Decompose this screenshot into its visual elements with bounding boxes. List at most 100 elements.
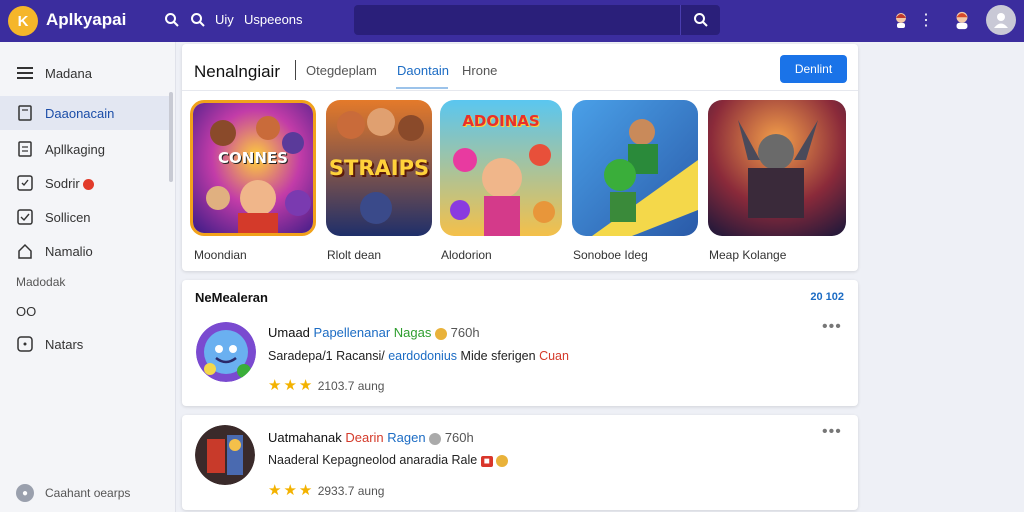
sidebar-item-label: Namalio: [45, 243, 93, 259]
more-vertical-icon[interactable]: ⋮: [916, 10, 936, 30]
post-text: Saradepa/1 Racansi/: [268, 349, 385, 363]
sidebar-section-label: Madodak: [16, 275, 66, 289]
sidebar-item-text: Sodrir: [45, 175, 80, 191]
sidebar-item-sodrir[interactable]: Sodrir: [0, 166, 170, 200]
app-title: Aplkyapai: [46, 10, 127, 29]
game-label[interactable]: Meap Kolange: [709, 248, 786, 262]
search-input[interactable]: [354, 5, 680, 35]
game-label[interactable]: Alodorion: [441, 248, 492, 262]
panel-divider: [182, 90, 858, 91]
sidebar-item-sollicen[interactable]: Sollicen: [0, 200, 170, 234]
badge-icon: ■: [480, 456, 493, 467]
game-card-5[interactable]: [708, 100, 846, 236]
post-author[interactable]: Umaad: [268, 325, 310, 340]
sidebar-scrollbar[interactable]: [169, 92, 173, 182]
home-icon: [17, 243, 33, 259]
user-icon: [994, 13, 1008, 28]
post-text: Naaderal: [268, 453, 319, 467]
search-icon[interactable]: [162, 10, 182, 30]
tab-hrone[interactable]: Hrone: [462, 63, 497, 78]
post-rating: ★ ★ ★ 2933.7 aung: [268, 481, 384, 499]
search-button[interactable]: [680, 5, 720, 35]
avatar[interactable]: [986, 5, 1016, 35]
search-icon: [693, 13, 708, 27]
avatar-image: [196, 322, 256, 382]
more-horizontal-icon[interactable]: •••: [822, 423, 842, 441]
game-artwork: [193, 103, 313, 233]
sidebar-item-namalio[interactable]: Namalio: [0, 234, 170, 268]
game-card-3[interactable]: ADOINAS: [440, 100, 562, 236]
post-tag[interactable]: Dearin: [345, 430, 383, 445]
game-art-title: ADOINAS: [462, 112, 540, 130]
more-horizontal-icon[interactable]: •••: [822, 318, 842, 336]
sidebar-footer[interactable]: ● Caahant oearps: [16, 484, 130, 502]
nav-link-uspeeons[interactable]: Uspeeons: [244, 12, 303, 27]
game-card-4[interactable]: [572, 100, 698, 236]
menu-icon: [17, 65, 33, 81]
game-card-1[interactable]: CONNES: [190, 100, 316, 236]
avatar-image: [195, 425, 255, 485]
game-label[interactable]: Rlolt dean: [327, 248, 381, 262]
game-artwork: [708, 100, 846, 236]
sidebar-item-label: Madana: [45, 65, 92, 81]
featured-panel: Nenalngiair Otegdeplam Daontain Hrone De…: [182, 44, 858, 271]
tab-otegdeplam[interactable]: Otegdeplam: [306, 63, 377, 78]
message-icon: [17, 175, 33, 191]
sidebar-item-daaonacain[interactable]: Daaonacain: [0, 96, 170, 130]
active-tab-indicator: [396, 87, 448, 89]
star-icon: ★: [283, 482, 297, 499]
primary-action-button[interactable]: Denlint: [780, 55, 847, 83]
sidebar-item-madana[interactable]: Madana: [0, 56, 170, 90]
post-avatar[interactable]: [196, 322, 256, 382]
post-header: Uatmahanak Dearin Ragen 760h: [268, 430, 474, 445]
rating-text: 2103.7 aung: [317, 379, 385, 393]
sidebar-item-natars[interactable]: Natars: [0, 327, 170, 361]
post-text: Kepagneolod: [322, 453, 396, 467]
emoji-icon: [496, 454, 509, 467]
tab-daontain[interactable]: Daontain: [397, 63, 449, 78]
game-artwork: [572, 100, 698, 236]
top-app-bar: K Aplkyapai Uiy Uspeeons ⋮: [0, 0, 1024, 42]
game-label[interactable]: Moondian: [194, 248, 247, 262]
sidebar-section-icons[interactable]: OO: [16, 304, 36, 319]
account-circle-icon: ●: [16, 484, 34, 502]
app-logo[interactable]: K: [8, 6, 38, 36]
feed-card-1: NeMealeran 20 102 Umaad Papellenanar Nag…: [182, 280, 858, 406]
game-card-2[interactable]: STRAIPS: [326, 100, 432, 236]
sidebar-item-apllkaging[interactable]: Apllkaging: [0, 132, 170, 166]
featured-title: Nenalngiair: [194, 62, 280, 81]
post-tag[interactable]: Papellenanar: [314, 325, 391, 340]
add-icon: [17, 336, 33, 352]
rating-text: 2933.7 aung: [317, 484, 385, 498]
search-icon[interactable]: [188, 10, 208, 30]
sidebar-item-label: Daaonacain: [45, 105, 115, 121]
star-icon: ★: [298, 482, 313, 499]
nav-link-uiy[interactable]: Uiy: [215, 12, 234, 27]
star-icon: ★: [283, 377, 297, 394]
post-time: 760h: [444, 430, 474, 445]
sidebar-item-label: Natars: [45, 336, 84, 352]
sidebar-item-label: Sollicen: [45, 209, 91, 225]
post-tag[interactable]: Nagas: [394, 325, 432, 340]
profile-icon[interactable]: [952, 10, 972, 30]
post-body: Naaderal Kepagneolod anaradia Rale ■: [268, 453, 509, 467]
feed-card-2: Uatmahanak Dearin Ragen 760h Naaderal Ke…: [182, 415, 858, 510]
post-avatar[interactable]: [195, 425, 255, 485]
game-art-title: CONNES: [218, 149, 288, 167]
star-icon: ★: [268, 377, 282, 394]
notification-icon[interactable]: [891, 10, 911, 30]
star-icon: ★: [298, 377, 313, 394]
post-header: Umaad Papellenanar Nagas 760h: [268, 325, 480, 340]
post-text-highlight[interactable]: Cuan: [539, 349, 569, 363]
star-icon: ★: [268, 482, 282, 499]
sidebar: Madana Daaonacain Apllkaging Sodrir Soll…: [0, 42, 176, 512]
post-text-link[interactable]: eardodonius: [388, 349, 457, 363]
post-rating: ★ ★ ★ 2103.7 aung: [268, 376, 384, 394]
game-label[interactable]: Sonoboe Ideg: [573, 248, 648, 262]
post-body: Saradepa/1 Racansi/ eardodonius Mide sfe…: [268, 349, 569, 363]
game-art-title: STRAIPS: [328, 156, 430, 180]
notification-badge: [82, 178, 94, 190]
post-tag[interactable]: Ragen: [387, 430, 425, 445]
post-author[interactable]: Uatmahanak: [268, 430, 342, 445]
feed-count[interactable]: 20 102: [810, 291, 844, 303]
